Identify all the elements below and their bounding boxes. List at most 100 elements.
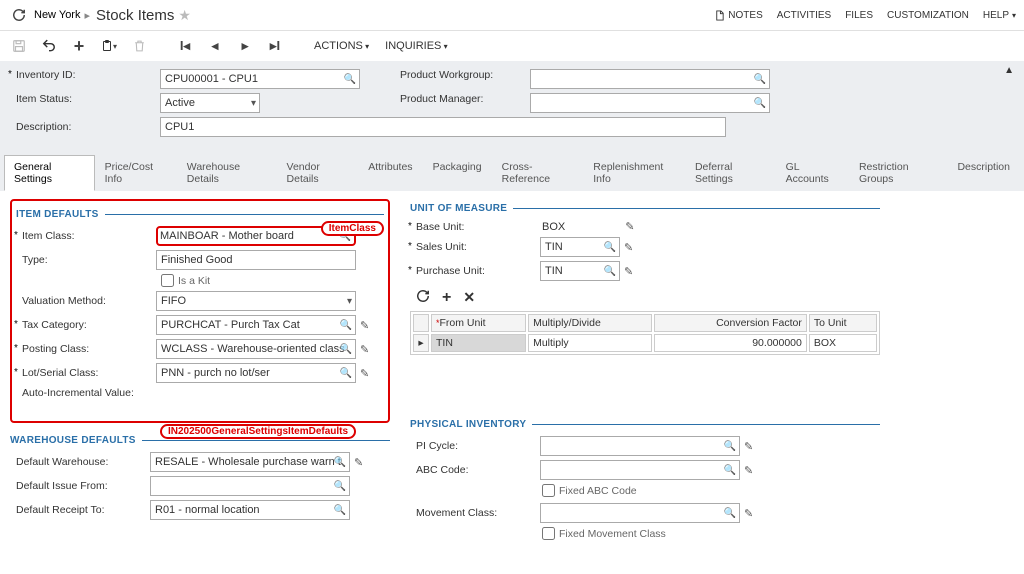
tab-replenishment[interactable]: Replenishment Info [583, 155, 685, 191]
fixed-abc-checkbox[interactable] [542, 484, 555, 497]
notes-label: NOTES [728, 10, 762, 21]
uom-grid[interactable]: *From Unit Multiply/Divide Conversion Fa… [410, 311, 880, 355]
lot-serial-field[interactable]: PNN - purch no lot/ser🔍 [156, 363, 356, 383]
base-unit-value: BOX [542, 221, 565, 233]
type-field[interactable]: Finished Good [156, 250, 356, 270]
inventory-id-label: Inventory ID: [10, 69, 160, 89]
default-warehouse-field[interactable]: RESALE - Wholesale purchase warn t🔍 [150, 452, 350, 472]
activities-link[interactable]: ACTIVITIES [777, 10, 831, 21]
grid-refresh-icon[interactable] [416, 289, 430, 307]
default-warehouse-label: Default Warehouse: [10, 456, 150, 468]
edit-icon[interactable]: ✎ [624, 265, 633, 278]
edit-icon[interactable]: ✎ [360, 367, 369, 380]
fixed-movement-checkbox[interactable] [542, 527, 555, 540]
lookup-icon[interactable]: 🔍 [604, 242, 616, 253]
tax-category-field[interactable]: PURCHCAT - Purch Tax Cat🔍 [156, 315, 356, 335]
is-kit-checkbox[interactable] [161, 274, 174, 287]
purchase-unit-field[interactable]: TIN🔍 [540, 261, 620, 281]
save-icon[interactable] [8, 35, 30, 57]
files-link[interactable]: FILES [845, 10, 873, 21]
movement-class-field[interactable]: 🔍 [540, 503, 740, 523]
tab-price-cost[interactable]: Price/Cost Info [95, 155, 177, 191]
edit-icon[interactable]: ✎ [624, 241, 633, 254]
undo-icon[interactable] [38, 35, 60, 57]
description-field[interactable]: CPU1 [160, 117, 726, 137]
lookup-icon[interactable]: 🔍 [754, 74, 766, 85]
tab-gl-accounts[interactable]: GL Accounts [776, 155, 849, 191]
tab-description[interactable]: Description [947, 155, 1020, 191]
clipboard-icon[interactable] [98, 35, 120, 57]
default-issue-field[interactable]: 🔍 [150, 476, 350, 496]
dropdown-icon[interactable]: ▾ [251, 98, 256, 109]
cell-from-unit[interactable]: TIN [431, 334, 526, 352]
item-status-field[interactable]: Active▾ [160, 93, 260, 113]
col-to-unit[interactable]: To Unit [809, 314, 877, 332]
col-multiply-divide[interactable]: Multiply/Divide [528, 314, 652, 332]
tab-packaging[interactable]: Packaging [423, 155, 492, 191]
lookup-icon[interactable]: 🔍 [334, 481, 346, 492]
grid-delete-icon[interactable]: ✕ [463, 289, 475, 307]
lookup-icon[interactable]: 🔍 [724, 465, 736, 476]
lookup-icon[interactable]: 🔍 [754, 98, 766, 109]
help-link[interactable]: HELP [983, 10, 1016, 21]
prev-icon[interactable]: ◂ [204, 35, 226, 57]
grid-add-icon[interactable]: + [442, 289, 451, 307]
customization-link[interactable]: CUSTOMIZATION [887, 10, 969, 21]
edit-icon[interactable]: ✎ [744, 507, 753, 520]
edit-icon[interactable]: ✎ [625, 220, 634, 233]
favorite-icon[interactable]: ★ [178, 7, 191, 24]
refresh-icon[interactable] [8, 4, 30, 26]
edit-icon[interactable]: ✎ [744, 464, 753, 477]
pi-cycle-field[interactable]: 🔍 [540, 436, 740, 456]
tab-attributes[interactable]: Attributes [358, 155, 422, 191]
edit-icon[interactable]: ✎ [744, 440, 753, 453]
workgroup-field[interactable]: 🔍 [530, 69, 770, 89]
row-pointer-icon: ▸ [413, 334, 429, 352]
delete-icon[interactable] [128, 35, 150, 57]
tab-warehouse-details[interactable]: Warehouse Details [177, 155, 277, 191]
lookup-icon[interactable]: 🔍 [340, 320, 352, 331]
sales-unit-field[interactable]: TIN🔍 [540, 237, 620, 257]
edit-icon[interactable]: ✎ [360, 343, 369, 356]
abc-code-field[interactable]: 🔍 [540, 460, 740, 480]
tab-deferral[interactable]: Deferral Settings [685, 155, 776, 191]
lookup-icon[interactable]: 🔍 [724, 441, 736, 452]
tab-general-settings[interactable]: General Settings [4, 155, 95, 191]
breadcrumb[interactable]: New York [34, 9, 80, 21]
tab-restriction[interactable]: Restriction Groups [849, 155, 948, 191]
collapse-icon[interactable]: ▲ [1004, 65, 1014, 76]
lookup-icon[interactable]: 🔍 [340, 344, 352, 355]
item-defaults-header: ITEM DEFAULTS [16, 209, 99, 220]
edit-icon[interactable]: ✎ [360, 319, 369, 332]
col-conversion-factor[interactable]: Conversion Factor [654, 314, 807, 332]
posting-class-field[interactable]: WCLASS - Warehouse-oriented class🔍 [156, 339, 356, 359]
notes-link[interactable]: NOTES [714, 9, 762, 22]
edit-icon[interactable]: ✎ [354, 456, 363, 469]
cell-factor[interactable]: 90.000000 [654, 334, 807, 352]
inventory-id-field[interactable]: CPU00001 - CPU1🔍 [160, 69, 360, 89]
lookup-icon[interactable]: 🔍 [604, 266, 616, 277]
first-icon[interactable]: I◂ [174, 35, 196, 57]
add-icon[interactable]: + [68, 35, 90, 57]
table-row[interactable]: ▸ TIN Multiply 90.000000 BOX [413, 334, 877, 352]
last-icon[interactable]: ▸I [264, 35, 286, 57]
lookup-icon[interactable]: 🔍 [334, 457, 346, 468]
lookup-icon[interactable]: 🔍 [724, 508, 736, 519]
default-receipt-field[interactable]: R01 - normal location🔍 [150, 500, 350, 520]
inquiries-menu[interactable]: INQUIRIES [381, 40, 451, 52]
lookup-icon[interactable]: 🔍 [340, 368, 352, 379]
lookup-icon[interactable]: 🔍 [334, 505, 346, 516]
warehouse-defaults-header: WAREHOUSE DEFAULTS [10, 435, 136, 446]
next-icon[interactable]: ▸ [234, 35, 256, 57]
cell-op[interactable]: Multiply [528, 334, 652, 352]
tab-cross-reference[interactable]: Cross-Reference [492, 155, 584, 191]
lookup-icon[interactable]: 🔍 [344, 74, 356, 85]
cell-to-unit[interactable]: BOX [809, 334, 877, 352]
manager-field[interactable]: 🔍 [530, 93, 770, 113]
valuation-field[interactable]: FIFO▾ [156, 291, 356, 311]
physical-inventory-header: PHYSICAL INVENTORY [410, 419, 526, 430]
actions-menu[interactable]: ACTIONS [310, 40, 373, 52]
col-from-unit[interactable]: *From Unit [431, 314, 526, 332]
tab-vendor-details[interactable]: Vendor Details [277, 155, 359, 191]
dropdown-icon[interactable]: ▾ [347, 296, 352, 307]
